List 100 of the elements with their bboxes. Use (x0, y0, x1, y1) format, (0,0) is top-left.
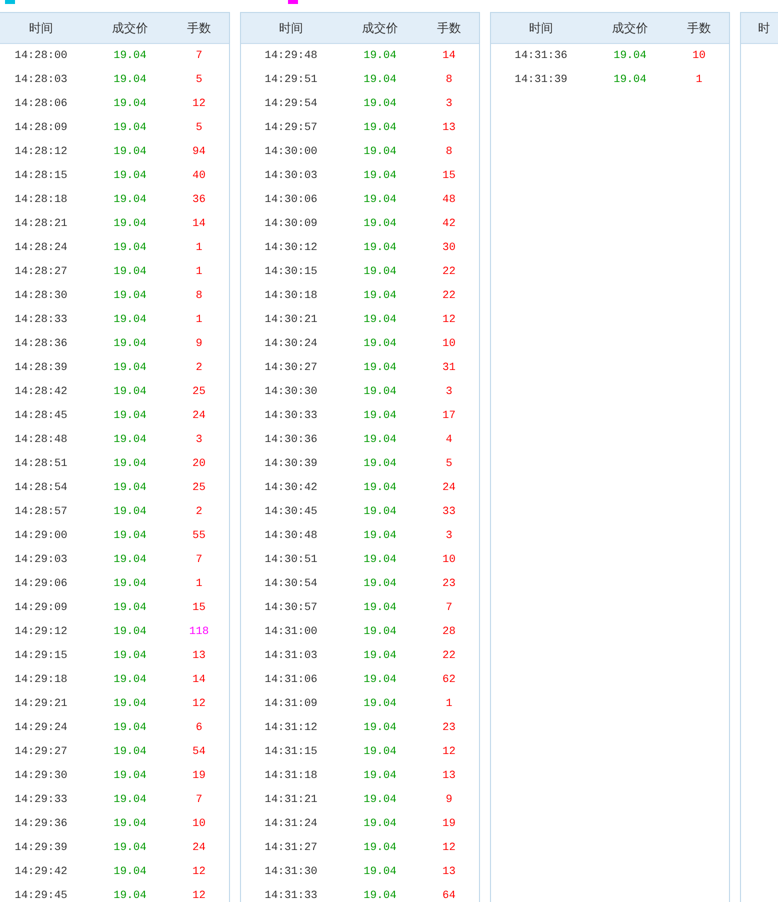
price-cell-text: 19.04 (362, 794, 398, 806)
price-cell-text: 19.04 (362, 266, 398, 278)
price-cell-text: 19.04 (112, 146, 148, 158)
volume-cell-text: 3 (444, 98, 454, 110)
time-cell-text: 14:28:24 (14, 242, 68, 254)
price-cell-text: 19.04 (362, 50, 398, 62)
price-cell-text: 19.04 (362, 650, 398, 662)
volume-cell-text: 12 (441, 842, 457, 854)
volume-cell-text: 62 (441, 674, 457, 686)
volume-cell-text: 118 (188, 626, 210, 638)
price-cell-text: 19.04 (362, 98, 398, 110)
price-cell-text: 19.04 (112, 698, 148, 710)
volume-cell-text: 12 (191, 698, 207, 710)
price-cell-text: 19.04 (362, 122, 398, 134)
price-cell-text: 19.04 (112, 218, 148, 230)
time-cell-text: 14:29:51 (264, 74, 318, 86)
time-header: 时间 (528, 20, 554, 36)
time-cell-text: 14:30:57 (264, 602, 318, 614)
time-cell-text: 14:28:27 (14, 266, 68, 278)
time-cell-text: 14:30:30 (264, 386, 318, 398)
volume-cell-text: 12 (191, 866, 207, 878)
volume-cell-text: 13 (441, 122, 457, 134)
price-cell-text: 19.04 (362, 458, 398, 470)
time-cell-text: 14:29:15 (14, 650, 68, 662)
volume-cell-text: 31 (441, 362, 457, 374)
volume-cell-text: 5 (194, 74, 204, 86)
price-cell-text: 19.04 (112, 626, 148, 638)
price-cell-text: 19.04 (112, 530, 148, 542)
price-cell-text: 19.04 (112, 578, 148, 590)
price-cell-text: 19.04 (362, 290, 398, 302)
volume-cell-text: 24 (191, 842, 207, 854)
volume-cell-text: 8 (444, 74, 454, 86)
volume-cell-text: 8 (444, 146, 454, 158)
time-cell-text: 14:29:48 (264, 50, 318, 62)
volume-cell-text: 54 (191, 746, 207, 758)
time-cell-text: 14:31:27 (264, 842, 318, 854)
volume-cell-text: 22 (441, 650, 457, 662)
time-cell-text: 14:28:21 (14, 218, 68, 230)
price-cell-text: 19.04 (362, 746, 398, 758)
time-cell-text: 14:28:33 (14, 314, 68, 326)
volume-cell-text: 4 (444, 434, 454, 446)
time-cell-text: 14:28:54 (14, 482, 68, 494)
price-cell-text: 19.04 (112, 506, 148, 518)
volume-cell-text: 22 (441, 266, 457, 278)
time-cell-text: 14:30:42 (264, 482, 318, 494)
time-cell-text: 14:29:42 (14, 866, 68, 878)
time-cell-text: 14:30:21 (264, 314, 318, 326)
price-cell-text: 19.04 (112, 722, 148, 734)
volume-cell-text: 22 (441, 290, 457, 302)
price-cell-text: 19.04 (112, 170, 148, 182)
time-cell-text: 14:31:06 (264, 674, 318, 686)
time-cell-text: 14:31:15 (264, 746, 318, 758)
price-cell-text: 19.04 (362, 482, 398, 494)
price-cell-text: 19.04 (362, 530, 398, 542)
price-cell-text: 19.04 (362, 770, 398, 782)
price-cell-text: 19.04 (362, 578, 398, 590)
volume-cell-text: 33 (441, 506, 457, 518)
price-cell-text: 19.04 (362, 242, 398, 254)
price-cell-text: 19.04 (112, 674, 148, 686)
time-cell-text: 14:31:21 (264, 794, 318, 806)
time-cell-text: 14:31:39 (514, 74, 568, 86)
volume-cell-text: 25 (191, 386, 207, 398)
volume-cell-text: 5 (194, 122, 204, 134)
price-cell-text: 19.04 (362, 698, 398, 710)
volume-header: 手数 (686, 20, 712, 36)
price-cell-text: 19.04 (112, 242, 148, 254)
time-cell-text: 14:29:06 (14, 578, 68, 590)
price-cell-text: 19.04 (362, 890, 398, 902)
price-cell-text: 19.04 (112, 818, 148, 830)
volume-header: 手数 (186, 20, 212, 36)
time-cell-text: 14:29:45 (14, 890, 68, 902)
time-cell-text: 14:30:36 (264, 434, 318, 446)
price-cell-text: 19.04 (112, 362, 148, 374)
price-cell-text: 19.04 (112, 98, 148, 110)
price-cell-text: 19.04 (112, 290, 148, 302)
time-cell-text: 14:28:30 (14, 290, 68, 302)
price-cell-text: 19.04 (362, 506, 398, 518)
volume-cell-text: 3 (444, 386, 454, 398)
price-cell-text: 19.04 (362, 194, 398, 206)
volume-header: 手数 (436, 20, 462, 36)
price-cell-text: 19.04 (362, 554, 398, 566)
price-cell-text: 19.04 (362, 866, 398, 878)
volume-cell-text: 36 (191, 194, 207, 206)
time-cell-text: 14:29:27 (14, 746, 68, 758)
time-cell-text: 14:28:06 (14, 98, 68, 110)
price-cell-text: 19.04 (112, 482, 148, 494)
price-cell-text: 19.04 (362, 674, 398, 686)
volume-cell-text: 12 (441, 314, 457, 326)
price-cell-text: 19.04 (362, 410, 398, 422)
price-cell-text: 19.04 (362, 842, 398, 854)
volume-cell-text: 14 (441, 50, 457, 62)
price-cell-text: 19.04 (362, 338, 398, 350)
volume-cell-text: 28 (441, 626, 457, 638)
volume-cell-text: 7 (194, 50, 204, 62)
time-cell-text: 14:29:21 (14, 698, 68, 710)
volume-cell-text: 6 (194, 722, 204, 734)
volume-cell-text: 48 (441, 194, 457, 206)
volume-cell-text: 3 (444, 530, 454, 542)
volume-cell-text: 40 (191, 170, 207, 182)
time-cell-text: 14:31:03 (264, 650, 318, 662)
